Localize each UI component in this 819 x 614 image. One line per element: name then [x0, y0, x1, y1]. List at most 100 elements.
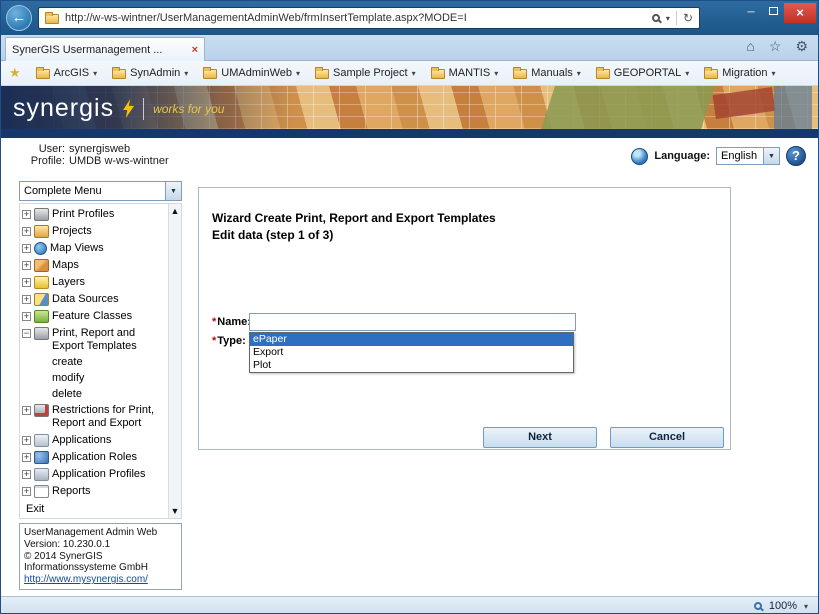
type-dropdown-list: ePaperExportPlot	[249, 332, 574, 373]
chevron-down-icon: ▾	[685, 69, 689, 78]
expand-icon[interactable]: +	[22, 406, 31, 415]
close-button[interactable]: ×	[784, 3, 816, 23]
next-button[interactable]: Next	[483, 427, 597, 448]
expand-icon[interactable]: +	[22, 244, 31, 253]
sidebar-item-print-report-and-export-templates[interactable]: − Print, Report and Export Templates	[22, 325, 166, 354]
favorites-star-icon[interactable]: ☆	[769, 38, 782, 55]
browser-window: ← http://w-ws-wintner/UserManagementAdmi…	[0, 0, 819, 614]
expand-icon[interactable]: +	[22, 278, 31, 287]
sidebar-item-restrictions-for-print-report-and-export[interactable]: +Restrictions for Print, Report and Expo…	[22, 402, 166, 431]
help-button[interactable]: ?	[786, 146, 806, 166]
sidebar-item-data-sources[interactable]: + Data Sources	[22, 291, 166, 308]
cancel-button[interactable]: Cancel	[610, 427, 724, 448]
required-marker: *	[212, 316, 216, 328]
tab-synergis-usermanagement[interactable]: SynerGIS Usermanagement ... ×	[5, 37, 205, 61]
about-copyright: © 2014 SynerGIS	[24, 551, 177, 563]
minimize-button[interactable]: ─	[740, 3, 762, 23]
applications-icon	[34, 434, 49, 447]
zoom-icon[interactable]	[754, 602, 762, 610]
collapse-icon[interactable]: −	[22, 329, 31, 338]
expand-icon[interactable]: +	[22, 210, 31, 219]
map-views-icon	[34, 242, 47, 255]
sidebar-item-label: Layers	[52, 276, 85, 289]
home-icon[interactable]: ⌂	[746, 38, 754, 55]
sidebar-item-label: Data Sources	[52, 293, 119, 306]
scroll-down-icon[interactable]: ▼	[171, 506, 180, 516]
sidebar-item-label: Print, Report and Export Templates	[52, 327, 166, 352]
sidebar-item-maps[interactable]: +Maps	[22, 257, 166, 274]
wizard-title-line2: Edit data (step 1 of 3)	[212, 227, 496, 244]
sidebar-item-delete[interactable]: delete	[22, 386, 166, 402]
favorite-manuals[interactable]: Manuals▾	[513, 67, 581, 79]
restrictions-icon	[34, 404, 49, 417]
folder-icon	[431, 69, 445, 79]
sidebar-item-exit[interactable]: Exit	[22, 500, 166, 515]
sidebar-item-map-views[interactable]: + Map Views	[22, 240, 166, 257]
sidebar-item-reports[interactable]: + Reports	[22, 483, 166, 500]
favorite-synadmin[interactable]: SynAdmin▾	[112, 67, 188, 79]
expand-icon[interactable]: +	[22, 436, 31, 445]
sidebar-item-application-profiles[interactable]: +Application Profiles	[22, 466, 166, 483]
type-option-export[interactable]: Export	[250, 346, 573, 359]
sidebar-item-feature-classes[interactable]: +Feature Classes	[22, 308, 166, 325]
expand-icon[interactable]: +	[22, 470, 31, 479]
maps-icon	[34, 259, 49, 272]
autocomplete-dropdown-icon[interactable]: ▾	[666, 14, 670, 23]
tab-close-icon[interactable]: ×	[192, 44, 198, 56]
folder-icon	[315, 69, 329, 79]
layers-icon	[34, 276, 49, 289]
scroll-up-icon[interactable]: ▲	[171, 206, 180, 216]
sidebar-item-create[interactable]: create	[22, 354, 166, 370]
tab-title: SynerGIS Usermanagement ...	[12, 44, 186, 56]
expand-icon[interactable]: +	[22, 227, 31, 236]
search-icon[interactable]	[652, 14, 660, 22]
favorite-migration[interactable]: Migration▾	[704, 67, 775, 79]
address-bar[interactable]: http://w-ws-wintner/UserManagementAdminW…	[38, 7, 700, 29]
favorite-mantis[interactable]: MANTIS▾	[431, 67, 499, 79]
favorite-arcgis[interactable]: ArcGIS▾	[36, 67, 97, 79]
url-text[interactable]: http://w-ws-wintner/UserManagementAdminW…	[65, 12, 646, 24]
browser-tabbar: SynerGIS Usermanagement ... × ⌂ ☆ ⚙	[1, 35, 818, 61]
favorites-bar-icon[interactable]: ★	[9, 65, 21, 81]
sidebar-item-modify[interactable]: modify	[22, 370, 166, 386]
application-profiles-icon	[34, 468, 49, 481]
sidebar-item-layers[interactable]: + Layers	[22, 274, 166, 291]
favorite-geoportal[interactable]: GEOPORTAL▾	[596, 67, 689, 79]
browser-statusbar: 100% ▾	[1, 596, 818, 614]
sidebar-item-applications[interactable]: +Applications	[22, 432, 166, 449]
maximize-button[interactable]	[762, 3, 784, 23]
language-select[interactable]: English ▼	[716, 147, 780, 165]
expand-icon[interactable]: +	[22, 312, 31, 321]
language-globe-icon[interactable]	[631, 148, 648, 165]
user-value: synergisweb	[69, 143, 130, 155]
about-version: Version: 10.230.0.1	[24, 539, 177, 551]
folder-icon	[112, 69, 126, 79]
type-option-plot[interactable]: Plot	[250, 359, 573, 372]
expand-icon[interactable]: +	[22, 295, 31, 304]
templates-icon	[34, 327, 49, 340]
sidebar-item-projects[interactable]: +Projects	[22, 223, 166, 240]
expand-icon[interactable]: +	[22, 487, 31, 496]
sidebar-item-print-profiles[interactable]: +Print Profiles	[22, 206, 166, 223]
data-sources-icon	[34, 293, 49, 306]
about-app-name: UserManagement Admin Web	[24, 527, 177, 539]
back-button[interactable]: ←	[6, 5, 32, 31]
expand-icon[interactable]: +	[22, 453, 31, 462]
refresh-icon[interactable]: ↻	[683, 11, 693, 25]
settings-gear-icon[interactable]: ⚙	[795, 38, 808, 55]
favorite-sample-project[interactable]: Sample Project▾	[315, 67, 416, 79]
sidebar-item-application-roles[interactable]: +Application Roles	[22, 449, 166, 466]
menu-filter-select[interactable]: Complete Menu ▼	[19, 181, 182, 201]
sidebar-item-label: Reports	[52, 485, 91, 498]
name-input[interactable]	[249, 313, 576, 331]
chevron-down-icon: ▾	[772, 69, 776, 78]
zoom-level[interactable]: 100%	[769, 600, 797, 612]
print-profiles-icon	[34, 208, 49, 221]
favorite-umadminweb[interactable]: UMAdminWeb▾	[203, 67, 300, 79]
sidebar-item-label: Map Views	[50, 242, 104, 255]
sidebar-scrollbar[interactable]: ▲ ▼	[168, 204, 181, 518]
zoom-dropdown-icon[interactable]: ▾	[804, 602, 808, 611]
type-option-epaper[interactable]: ePaper	[250, 333, 573, 346]
synergis-website-link[interactable]: http://www.mysynergis.com/	[24, 574, 177, 586]
expand-icon[interactable]: +	[22, 261, 31, 270]
